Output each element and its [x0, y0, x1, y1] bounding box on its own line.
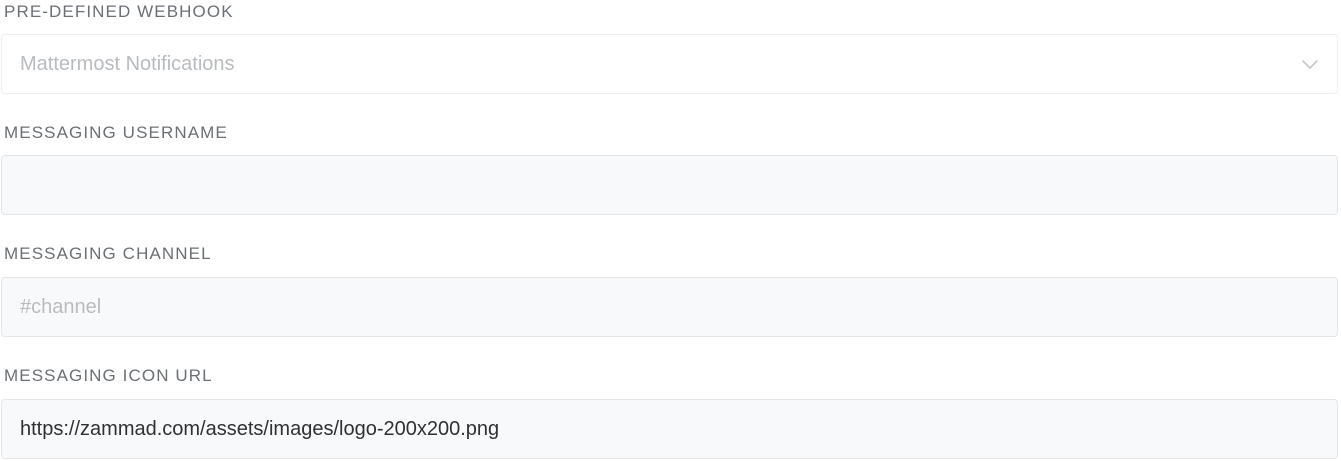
channel-field[interactable]: #channel — [1, 277, 1338, 337]
icon-url-field-value: https://zammad.com/assets/images/logo-20… — [20, 418, 500, 440]
username-field[interactable] — [1, 155, 1338, 215]
channel-field-placeholder: #channel — [20, 296, 102, 318]
icon-url-field[interactable]: https://zammad.com/assets/images/logo-20… — [1, 399, 1338, 459]
webhook-settings-form: PRE-DEFINED WEBHOOK Mattermost Notificat… — [0, 0, 1341, 461]
icon-url-label: MESSAGING ICON URL — [4, 366, 213, 385]
username-label: MESSAGING USERNAME — [4, 123, 228, 142]
webhook-select[interactable]: Mattermost Notifications — [1, 34, 1338, 94]
webhook-select-value: Mattermost Notifications — [20, 53, 235, 75]
chevron-down-icon — [1301, 57, 1319, 71]
webhook-label: PRE-DEFINED WEBHOOK — [4, 2, 234, 21]
channel-label: MESSAGING CHANNEL — [4, 244, 212, 263]
